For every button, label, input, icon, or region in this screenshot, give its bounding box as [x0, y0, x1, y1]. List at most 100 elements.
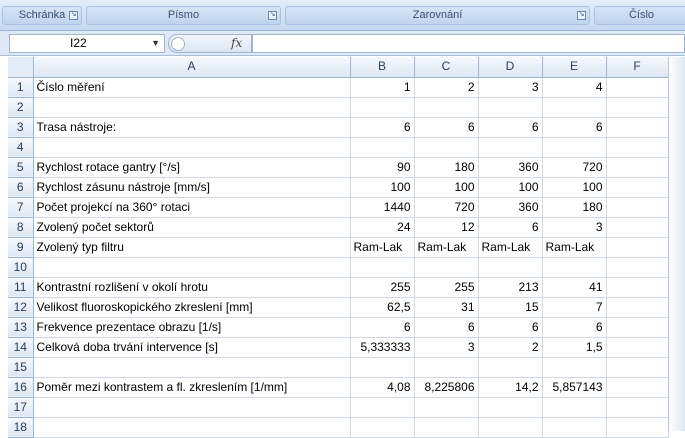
cell-b12[interactable]: 62,5 [350, 297, 415, 318]
cell-c7[interactable]: 720 [414, 197, 479, 218]
cell-e5[interactable]: 720 [542, 157, 607, 178]
cell-b4[interactable] [350, 137, 415, 158]
cell-e2[interactable] [542, 97, 607, 118]
cell-f12[interactable] [606, 297, 669, 318]
cell-a3[interactable]: Trasa nástroje: [33, 117, 351, 138]
cell-c5[interactable]: 180 [414, 157, 479, 178]
row-header[interactable]: 12 [8, 297, 34, 318]
cell-e1[interactable]: 4 [542, 77, 607, 98]
cell-a10[interactable] [33, 257, 351, 278]
cell-d8[interactable]: 6 [478, 217, 543, 238]
row-header[interactable]: 7 [8, 197, 34, 218]
cell-a15[interactable] [33, 357, 351, 378]
cell-b1[interactable]: 1 [350, 77, 415, 98]
cell-d11[interactable]: 213 [478, 277, 543, 298]
cell-a11[interactable]: Kontrastní rozlišení v okolí hrotu [33, 277, 351, 298]
cell-e9[interactable]: Ram-Lak [542, 237, 607, 258]
chevron-down-icon[interactable]: ▼ [151, 35, 160, 52]
row-header[interactable]: 13 [8, 317, 34, 338]
cell-d3[interactable]: 6 [478, 117, 543, 138]
cell-c16[interactable]: 8,225806 [414, 377, 479, 398]
cell-a8[interactable]: Zvolený počet sektorů [33, 217, 351, 238]
cell-f5[interactable] [606, 157, 669, 178]
column-header-c[interactable]: C [414, 57, 479, 78]
cell-c9[interactable]: Ram-Lak [414, 237, 479, 258]
cell-c10[interactable] [414, 257, 479, 278]
cell-f16[interactable] [606, 377, 669, 398]
row-header[interactable]: 14 [8, 337, 34, 358]
ribbon-group-clipboard[interactable]: Schránka ↘ [2, 6, 82, 25]
cell-c1[interactable]: 2 [414, 77, 479, 98]
formula-input[interactable] [252, 34, 685, 53]
row-header[interactable]: 4 [8, 137, 34, 158]
select-all-corner[interactable] [8, 57, 34, 78]
cell-a6[interactable]: Rychlost zásunu nástroje [mm/s] [33, 177, 351, 198]
cell-e13[interactable]: 6 [542, 317, 607, 338]
column-header-a[interactable]: A [33, 57, 351, 78]
cell-e8[interactable]: 3 [542, 217, 607, 238]
cell-f11[interactable] [606, 277, 669, 298]
cell-f14[interactable] [606, 337, 669, 358]
cell-d16[interactable]: 14,2 [478, 377, 543, 398]
cell-c17[interactable] [414, 397, 479, 418]
cell-d14[interactable]: 2 [478, 337, 543, 358]
cell-e17[interactable] [542, 397, 607, 418]
cell-c3[interactable]: 6 [414, 117, 479, 138]
cell-b7[interactable]: 1440 [350, 197, 415, 218]
ribbon-group-number[interactable]: Číslo [594, 6, 685, 25]
cell-b14[interactable]: 5,333333 [350, 337, 415, 358]
cell-b5[interactable]: 90 [350, 157, 415, 178]
dialog-launcher-icon[interactable]: ↘ [268, 11, 277, 20]
cell-a14[interactable]: Celková doba trvání intervence [s] [33, 337, 351, 358]
row-header[interactable]: 9 [8, 237, 34, 258]
cell-a9[interactable]: Zvolený typ filtru [33, 237, 351, 258]
row-header[interactable]: 1 [8, 77, 34, 98]
cell-c18[interactable] [414, 417, 479, 438]
cell-d15[interactable] [478, 357, 543, 378]
cell-b17[interactable] [350, 397, 415, 418]
row-header[interactable]: 5 [8, 157, 34, 178]
cell-c13[interactable]: 6 [414, 317, 479, 338]
row-header[interactable]: 3 [8, 117, 34, 138]
cell-f10[interactable] [606, 257, 669, 278]
cell-a4[interactable] [33, 137, 351, 158]
ribbon-group-alignment[interactable]: Zarovnání ↘ [285, 6, 590, 25]
cell-b9[interactable]: Ram-Lak [350, 237, 415, 258]
cell-b8[interactable]: 24 [350, 217, 415, 238]
row-header[interactable]: 8 [8, 217, 34, 238]
cell-a18[interactable] [33, 417, 351, 438]
column-header-b[interactable]: B [350, 57, 415, 78]
cell-b6[interactable]: 100 [350, 177, 415, 198]
cell-d6[interactable]: 100 [478, 177, 543, 198]
cell-e11[interactable]: 41 [542, 277, 607, 298]
cell-d12[interactable]: 15 [478, 297, 543, 318]
cell-e10[interactable] [542, 257, 607, 278]
cell-e7[interactable]: 180 [542, 197, 607, 218]
cell-e4[interactable] [542, 137, 607, 158]
column-header-f[interactable]: F [606, 57, 669, 78]
cell-f2[interactable] [606, 97, 669, 118]
cell-b16[interactable]: 4,08 [350, 377, 415, 398]
cell-e6[interactable]: 100 [542, 177, 607, 198]
cell-a2[interactable] [33, 97, 351, 118]
insert-function-icon[interactable]: fx [231, 36, 242, 50]
cell-b3[interactable]: 6 [350, 117, 415, 138]
cell-d17[interactable] [478, 397, 543, 418]
cell-f9[interactable] [606, 237, 669, 258]
cell-b15[interactable] [350, 357, 415, 378]
cell-c6[interactable]: 100 [414, 177, 479, 198]
cell-e14[interactable]: 1,5 [542, 337, 607, 358]
cell-d2[interactable] [478, 97, 543, 118]
cell-c8[interactable]: 12 [414, 217, 479, 238]
cell-f6[interactable] [606, 177, 669, 198]
row-header[interactable]: 11 [8, 277, 34, 298]
cell-f3[interactable] [606, 117, 669, 138]
cell-b18[interactable] [350, 417, 415, 438]
row-header[interactable]: 16 [8, 377, 34, 398]
cell-a17[interactable] [33, 397, 351, 418]
column-header-d[interactable]: D [478, 57, 543, 78]
name-box[interactable]: I22 ▼ [9, 34, 165, 53]
cell-f17[interactable] [606, 397, 669, 418]
ribbon-group-font[interactable]: Písmo ↘ [86, 6, 281, 25]
cell-f8[interactable] [606, 217, 669, 238]
